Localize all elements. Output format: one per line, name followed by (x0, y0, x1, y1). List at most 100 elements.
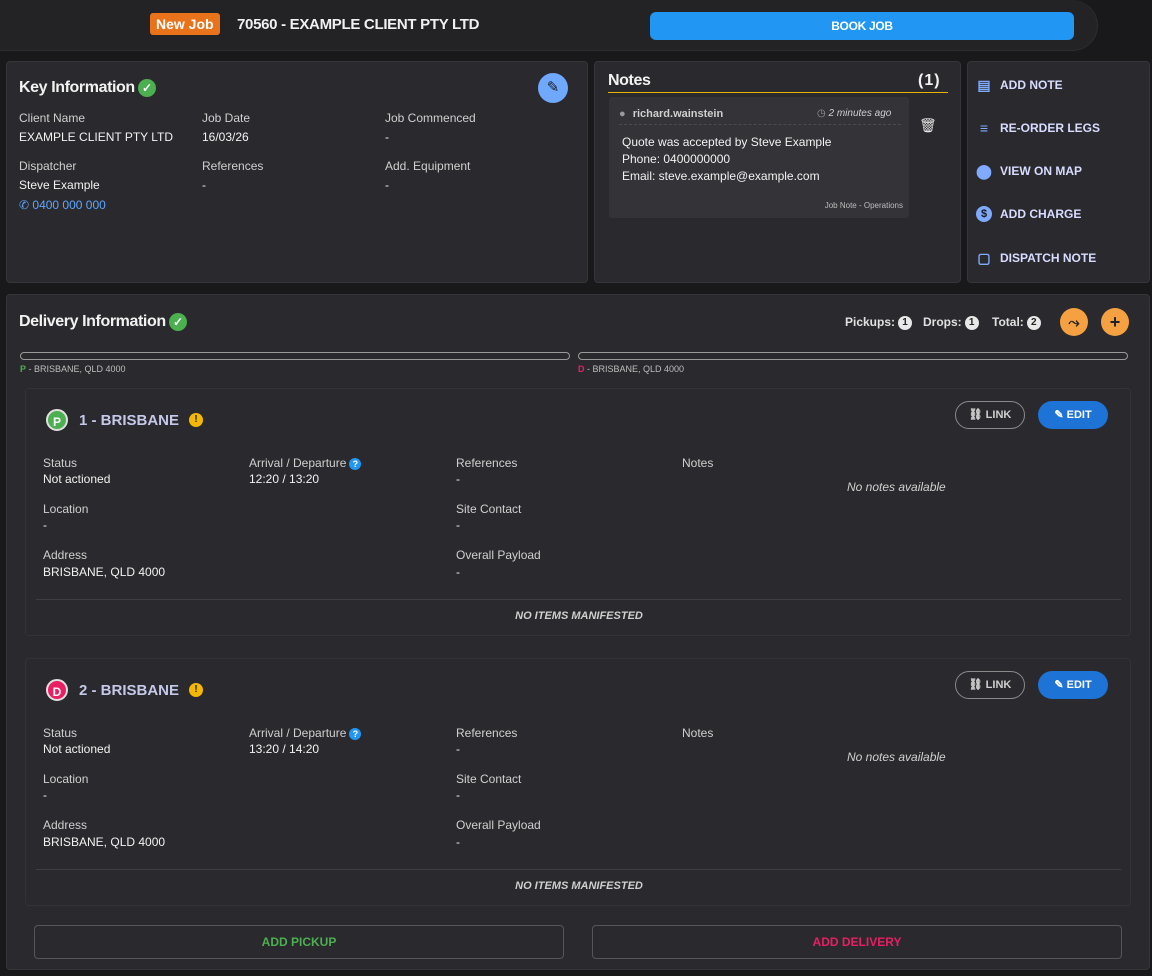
notes-underline (608, 92, 948, 93)
trash-icon[interactable]: 🗑 (919, 117, 937, 135)
job-commenced-value: - (385, 130, 389, 144)
divider (36, 599, 1121, 600)
payload-label: Overall Payload (456, 818, 541, 832)
edit-pencil-icon[interactable]: ✎ (538, 73, 568, 103)
link-icon: ⛓ (968, 679, 986, 691)
pickup-badge: P (46, 409, 68, 431)
status-label: Status (43, 456, 78, 470)
dispatcher-label: Dispatcher (19, 159, 77, 173)
delivery-badge: D (46, 679, 68, 701)
note-time: 2 minutes ago (828, 108, 892, 119)
note-add-icon: ▤ (977, 77, 991, 93)
dispatch-note-action[interactable]: ▢ DISPATCH NOTE (976, 248, 1096, 268)
references-value: - (456, 472, 460, 486)
payload-value: - (456, 835, 460, 849)
client-name-value: EXAMPLE CLIENT PTY LTD (19, 130, 174, 144)
total-count: 2 (1026, 315, 1041, 330)
job-date-value: 16/03/26 (202, 130, 249, 144)
dispatcher-phone: 0400 000 000 (32, 198, 106, 212)
drops-counter: Drops: 1 (923, 315, 979, 330)
notes-empty-text: No notes available (847, 480, 946, 494)
pickups-label: Pickups: (845, 315, 896, 329)
notes-count: (1) (918, 72, 941, 89)
address-value: BRISBANE, QLD 4000 (43, 835, 166, 849)
references-label: References (456, 456, 518, 470)
key-information-title: Key Information (19, 79, 135, 96)
address-label: Address (43, 818, 88, 832)
note-line-3: Email: steve.example@example.com (622, 169, 820, 183)
note-time-row: ◷ 2 minutes ago (817, 108, 891, 119)
help-icon[interactable]: ? (349, 727, 362, 740)
divider (36, 869, 1121, 870)
arrival-departure-label-text: Arrival / Departure (249, 726, 347, 740)
references-value: - (456, 742, 460, 756)
dispatcher-phone-link[interactable]: ✆ 0400 000 000 (19, 198, 106, 212)
references-label: References (202, 159, 264, 173)
job-title: 70560 - EXAMPLE CLIENT PTY LTD (237, 16, 480, 33)
edit-button-label: EDIT (1066, 679, 1092, 691)
add-delivery-button[interactable]: ADD DELIVERY (592, 925, 1122, 959)
note-card: ● richard.wainstein ◷ 2 minutes ago Quot… (609, 97, 909, 218)
arrival-departure-value: 12:20 / 13:20 (249, 472, 320, 486)
add-note-action[interactable]: ▤ ADD NOTE (976, 75, 1063, 95)
address-label: Address (43, 548, 88, 562)
note-line-2: Phone: 0400000000 (622, 152, 731, 166)
clock-icon: ◷ (817, 108, 826, 119)
warning-icon: ! (189, 683, 203, 697)
dispatcher-value: Steve Example (19, 178, 100, 192)
link-button-label: LINK (985, 409, 1012, 421)
add-leg-plus-icon[interactable]: + (1101, 308, 1129, 336)
reorder-legs-action[interactable]: ≡ RE-ORDER LEGS (976, 118, 1100, 138)
notes-label: Notes (682, 726, 714, 740)
note-author-row: ● richard.wainstein (619, 108, 723, 120)
new-job-badge: New Job (150, 13, 220, 35)
leg-card: D 2 - BRISBANE ! ⛓ LINK ✎ EDIT Status No… (25, 658, 1131, 906)
note-type: Job Note - Operations (824, 201, 903, 210)
progress-label-delivery: D - BRISBANE, QLD 4000 (578, 364, 684, 374)
add-note-label: ADD NOTE (1000, 78, 1063, 92)
arrival-departure-label-text: Arrival / Departure (249, 456, 347, 470)
notes-title: Notes (608, 72, 651, 89)
add-charge-action[interactable]: $ ADD CHARGE (976, 204, 1081, 224)
location-label: Location (43, 502, 89, 516)
route-icon[interactable]: ⤳ (1060, 308, 1088, 336)
pickups-count: 1 (898, 315, 913, 330)
book-job-button[interactable]: BOOK JOB (650, 12, 1074, 40)
pencil-icon: ✎ (1054, 679, 1067, 691)
client-name-label: Client Name (19, 111, 86, 125)
dollar-icon: $ (976, 206, 992, 222)
progress-text-delivery: - BRISBANE, QLD 4000 (584, 364, 685, 374)
add-pickup-button[interactable]: ADD PICKUP (34, 925, 564, 959)
view-on-map-label: VIEW ON MAP (1000, 164, 1083, 178)
clipboard-icon: ▢ (977, 250, 991, 266)
arrival-departure-label: Arrival / Departure? (249, 726, 362, 740)
link-button[interactable]: ⛓ LINK (955, 671, 1025, 699)
site-contact-value: - (456, 788, 460, 802)
edit-button[interactable]: ✎ EDIT (1038, 401, 1108, 429)
location-value: - (43, 788, 47, 802)
payload-label: Overall Payload (456, 548, 541, 562)
link-icon: ⛓ (968, 409, 986, 421)
total-label: Total: (992, 315, 1024, 329)
note-divider (619, 124, 901, 125)
status-value: Not actioned (43, 742, 111, 756)
check-icon: ✓ (138, 79, 156, 97)
help-icon[interactable]: ? (349, 457, 362, 470)
job-commenced-label: Job Commenced (385, 111, 476, 125)
progress-text-pickup: - BRISBANE, QLD 4000 (26, 364, 126, 374)
link-button[interactable]: ⛓ LINK (955, 401, 1025, 429)
progress-bar-pickup (20, 352, 570, 360)
add-equipment-value: - (385, 178, 389, 192)
view-on-map-action[interactable]: ⬤ VIEW ON MAP (976, 161, 1082, 181)
delivery-information-title: Delivery Information (19, 313, 166, 330)
references-label: References (456, 726, 518, 740)
leg-title: 2 - BRISBANE (79, 682, 180, 699)
list-icon: ≡ (979, 120, 989, 136)
warning-icon: ! (189, 413, 203, 427)
drops-label: Drops: (923, 315, 962, 329)
edit-button[interactable]: ✎ EDIT (1038, 671, 1108, 699)
link-button-label: LINK (985, 679, 1012, 691)
site-contact-value: - (456, 518, 460, 532)
note-line-1: Quote was accepted by Steve Example (622, 135, 832, 149)
site-contact-label: Site Contact (456, 502, 522, 516)
